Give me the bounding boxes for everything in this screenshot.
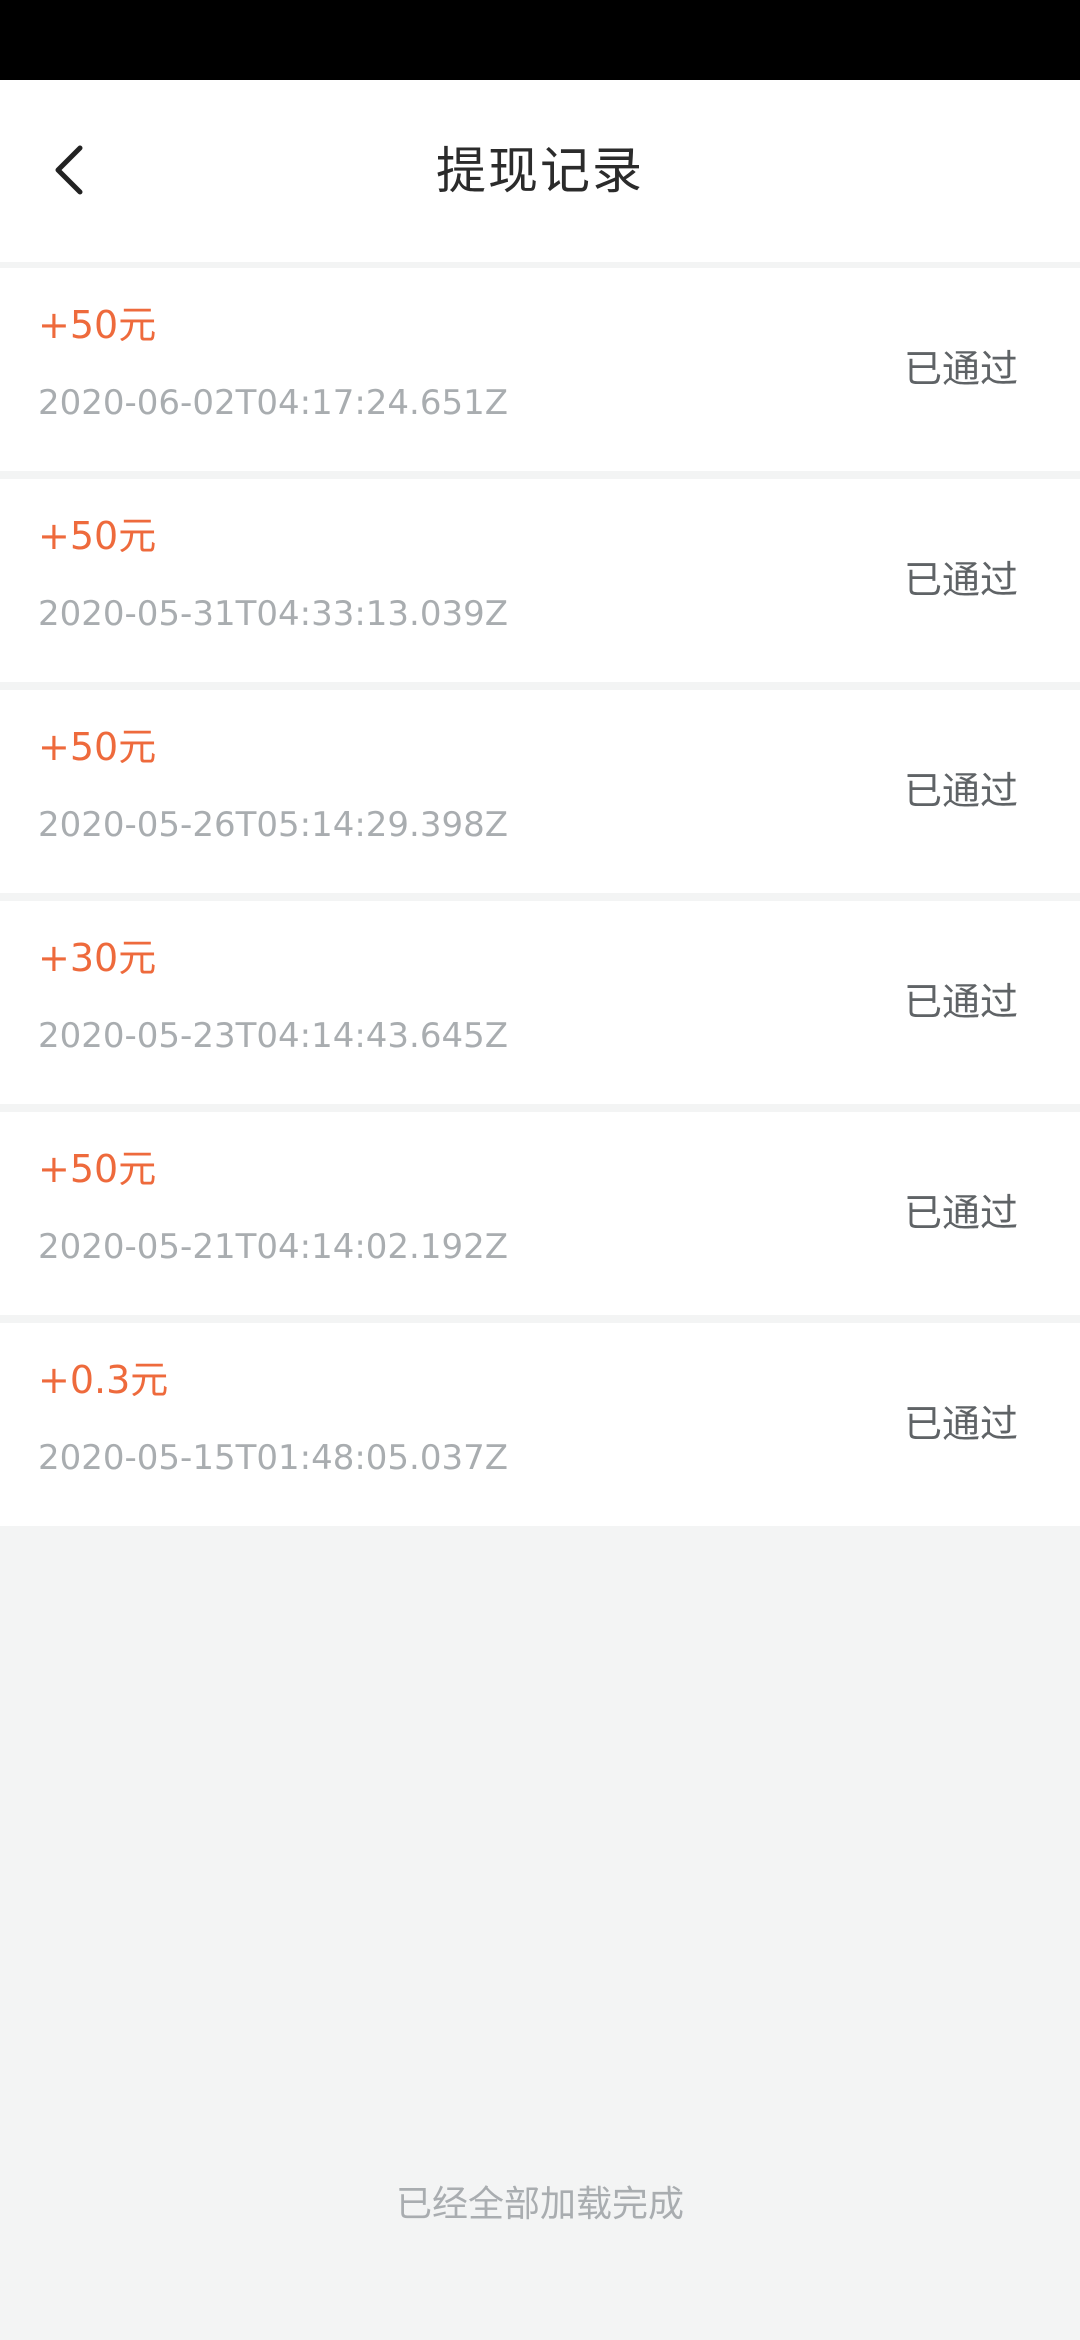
page-title: 提现记录 [436, 142, 644, 200]
record-amount: +50元 [38, 725, 157, 769]
record-time: 2020-06-02T04:17:24.651Z [38, 383, 509, 423]
record-time: 2020-05-31T04:33:13.039Z [38, 594, 509, 634]
record-amount: +50元 [38, 1147, 157, 1191]
record-status: 已通过 [903, 769, 1018, 813]
record-time: 2020-05-26T05:14:29.398Z [38, 805, 509, 845]
record-time: 2020-05-23T04:14:43.645Z [38, 1016, 509, 1056]
record-time: 2020-05-15T01:48:05.037Z [38, 1438, 509, 1478]
record-row[interactable]: +50元 2020-06-02T04:17:24.651Z 已通过 [0, 268, 1080, 471]
navigation-bar: 提现记录 [0, 80, 1080, 262]
record-status: 已通过 [903, 980, 1018, 1024]
record-amount: +50元 [38, 303, 157, 347]
record-time: 2020-05-21T04:14:02.192Z [38, 1227, 509, 1267]
record-row[interactable]: +50元 2020-05-21T04:14:02.192Z 已通过 [0, 1112, 1080, 1315]
record-row[interactable]: +50元 2020-05-31T04:33:13.039Z 已通过 [0, 479, 1080, 682]
record-amount: +0.3元 [38, 1358, 169, 1402]
record-status: 已通过 [903, 558, 1018, 602]
record-row[interactable]: +50元 2020-05-26T05:14:29.398Z 已通过 [0, 690, 1080, 893]
record-row[interactable]: +0.3元 2020-05-15T01:48:05.037Z 已通过 [0, 1323, 1080, 1526]
record-amount: +50元 [38, 514, 157, 558]
record-row[interactable]: +30元 2020-05-23T04:14:43.645Z 已通过 [0, 901, 1080, 1104]
record-status: 已通过 [903, 1402, 1018, 1446]
record-status: 已通过 [903, 1191, 1018, 1235]
record-amount: +30元 [38, 936, 157, 980]
record-status: 已通过 [903, 347, 1018, 391]
load-complete-text: 已经全部加载完成 [395, 2184, 684, 2225]
status-bar [0, 0, 1080, 80]
withdrawal-record-list: +50元 2020-06-02T04:17:24.651Z 已通过 +50元 2… [0, 268, 1080, 1534]
